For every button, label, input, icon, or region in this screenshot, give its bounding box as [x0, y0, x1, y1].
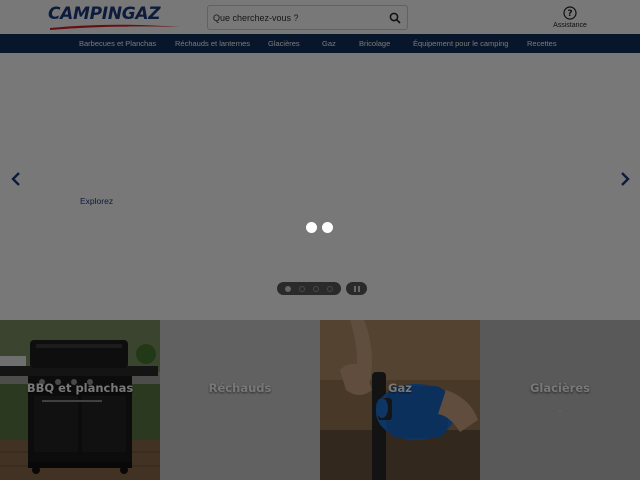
carousel-dot-1[interactable]	[285, 285, 291, 292]
carousel-pagination	[277, 282, 341, 295]
chevron-right-icon[interactable]	[618, 171, 632, 187]
category-accent-glacieres	[559, 410, 561, 412]
campingaz-logo[interactable]: CAMPINGAZ	[48, 4, 182, 30]
question-circle-icon: ?	[563, 6, 577, 20]
loader-dot-1	[306, 222, 317, 233]
category-label-glacieres: Glacières	[529, 381, 590, 395]
nav-item-recettes[interactable]: Recettes	[527, 34, 557, 53]
category-tile-glacieres[interactable]: Glacières	[480, 320, 640, 480]
nav-item-camping[interactable]: Équipement pour le camping	[413, 34, 508, 53]
category-tile-rechauds[interactable]: Réchauds	[160, 320, 320, 480]
hero-carousel: Explorez	[0, 53, 640, 320]
chevron-left-icon[interactable]	[9, 171, 23, 187]
carousel-dot-3[interactable]	[313, 285, 319, 292]
search-box	[207, 5, 408, 30]
main-nav: Barbecues et Planchas Réchauds et lanter…	[0, 34, 640, 53]
category-label-rechauds: Réchauds	[208, 381, 272, 395]
logo-swoosh-icon	[50, 24, 180, 30]
search-icon[interactable]	[389, 12, 401, 24]
pause-button[interactable]	[346, 282, 367, 295]
bbq-image	[0, 320, 160, 480]
site-header: CAMPINGAZ ? Assistance	[0, 0, 640, 34]
category-tile-gaz[interactable]: Gaz	[320, 320, 480, 480]
svg-text:?: ?	[567, 9, 572, 19]
nav-item-barbecues[interactable]: Barbecues et Planchas	[79, 34, 156, 53]
pause-icon	[353, 285, 356, 292]
loader-dot-2	[322, 222, 333, 233]
loading-spinner	[306, 222, 336, 234]
nav-item-gaz[interactable]: Gaz	[322, 34, 336, 53]
carousel-dot-2[interactable]	[299, 285, 305, 292]
assistance-label: Assistance	[553, 22, 587, 29]
category-label-bbq: BBQ et planchas	[26, 381, 134, 395]
carousel-dot-4[interactable]	[327, 285, 333, 292]
pause-icon-bar	[357, 285, 360, 292]
category-accent-rechauds	[239, 410, 241, 412]
explore-link[interactable]: Explorez	[80, 196, 113, 206]
assistance-link[interactable]: ? Assistance	[548, 6, 592, 32]
category-tile-bbq[interactable]: BBQ et planchas	[0, 320, 160, 480]
category-label-gaz: Gaz	[388, 381, 412, 395]
nav-item-rechauds[interactable]: Réchauds et lanternes	[175, 34, 250, 53]
gaz-image	[320, 320, 480, 480]
search-input[interactable]	[213, 9, 383, 27]
nav-item-glacieres[interactable]: Glacières	[268, 34, 300, 53]
nav-item-bricolage[interactable]: Bricolage	[359, 34, 390, 53]
